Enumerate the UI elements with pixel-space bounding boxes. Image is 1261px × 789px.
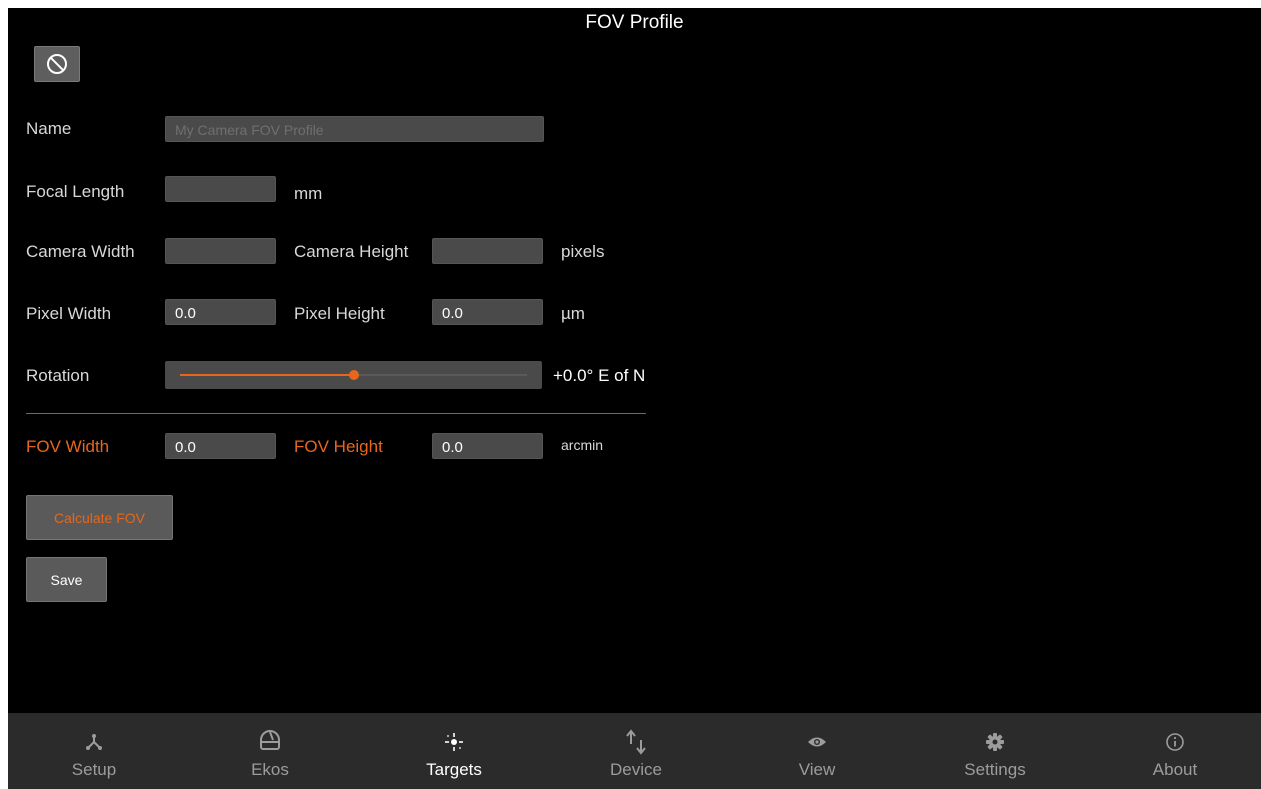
- fov-height-label: FOV Height: [294, 437, 383, 456]
- focal-length-input[interactable]: [165, 176, 276, 202]
- fov-height-input[interactable]: 0.0: [432, 433, 543, 459]
- nav-label-ekos: Ekos: [251, 760, 289, 779]
- name-input[interactable]: My Camera FOV Profile: [165, 116, 544, 142]
- nav-label-device: Device: [610, 760, 662, 779]
- slider-handle[interactable]: [348, 370, 359, 380]
- camera-width-label: Camera Width: [26, 242, 135, 261]
- slider-fill: [180, 374, 354, 376]
- cancel-icon: [47, 54, 67, 74]
- nav-item-ekos[interactable]: Ekos: [210, 713, 330, 789]
- eye-icon: [808, 737, 826, 747]
- camera-width-input[interactable]: [165, 238, 276, 264]
- device-icon: [626, 729, 646, 755]
- nav-item-device[interactable]: Device: [576, 713, 696, 789]
- rotation-slider[interactable]: [165, 361, 542, 389]
- calculate-fov-button[interactable]: Calculate FOV: [26, 495, 173, 540]
- focal-length-label: Focal Length: [26, 182, 125, 201]
- fov-width-input[interactable]: 0.0: [165, 433, 276, 459]
- pixel-width-label: Pixel Width: [26, 304, 112, 323]
- nav-label-about: About: [1152, 760, 1198, 779]
- fov-width-label: FOV Width: [26, 437, 110, 456]
- pixel-height-input[interactable]: 0.0: [432, 299, 543, 325]
- nav-label-settings: Settings: [964, 760, 1026, 779]
- pixel-width-input[interactable]: 0.0: [165, 299, 276, 325]
- rotation-label: Rotation: [26, 366, 90, 385]
- fov-profile-screen: FOV Profile Name My Camera FOV Profile F…: [8, 8, 1261, 789]
- pixel-height-label: Pixel Height: [294, 304, 385, 323]
- nav-label-setup: Setup: [71, 760, 117, 779]
- pixel-size-unit: µm: [561, 304, 585, 323]
- targets-icon: [445, 733, 463, 751]
- nav-label-targets: Targets: [426, 760, 482, 779]
- nav-item-view[interactable]: View: [757, 713, 877, 789]
- nav-item-about[interactable]: About: [1115, 713, 1235, 789]
- fov-unit: arcmin: [561, 437, 604, 453]
- nav-item-settings[interactable]: Settings: [935, 713, 1055, 789]
- focal-length-unit: mm: [294, 184, 323, 203]
- bottom-nav: Setup Ekos Targets Device View Settings …: [8, 713, 1261, 789]
- name-label: Name: [26, 119, 72, 138]
- nav-item-targets[interactable]: Targets: [394, 713, 514, 789]
- divider: [26, 413, 646, 414]
- ekos-icon: [260, 730, 280, 750]
- cancel-button[interactable]: [34, 46, 80, 82]
- gear-icon: [986, 733, 1004, 751]
- info-icon: [1166, 733, 1184, 751]
- camera-height-label: Camera Height: [294, 242, 409, 261]
- save-button[interactable]: Save: [26, 557, 107, 602]
- camera-size-unit: pixels: [561, 242, 605, 261]
- nav-label-view: View: [798, 760, 836, 779]
- page-title: FOV Profile: [585, 12, 684, 33]
- nav-item-setup[interactable]: Setup: [34, 713, 154, 789]
- setup-icon: [86, 734, 102, 750]
- rotation-readout: +0.0° E of N: [553, 366, 646, 385]
- camera-height-input[interactable]: [432, 238, 543, 264]
